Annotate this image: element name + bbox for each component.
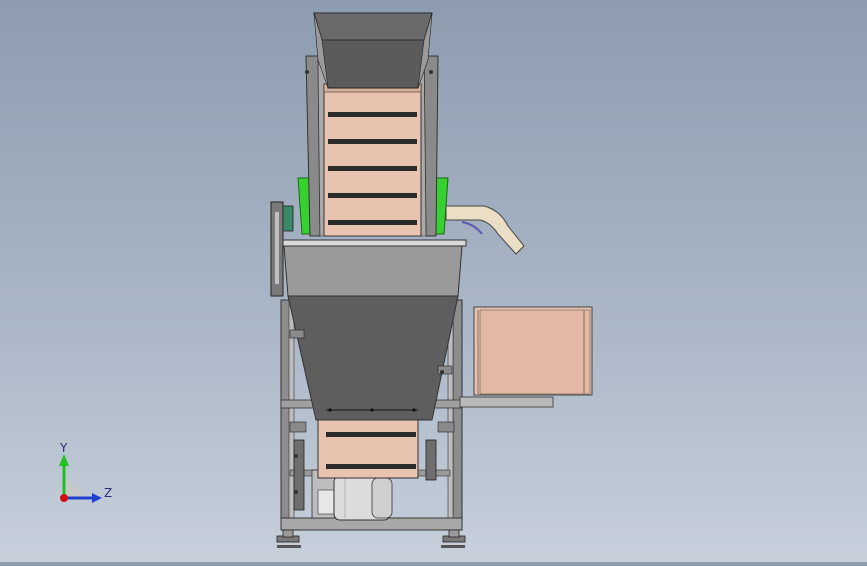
origin-dot: [60, 494, 68, 502]
z-axis-label: Z: [104, 486, 112, 500]
z-axis-arrowhead: [92, 493, 102, 503]
discharge-box: [459, 306, 593, 408]
lower-belt: [317, 419, 419, 479]
cad-viewport[interactable]: Y Z: [0, 0, 867, 562]
top-hopper: [313, 12, 433, 89]
inclined-belt: [323, 83, 422, 237]
axis-triad: Y Z: [59, 441, 112, 503]
feet: [276, 529, 466, 548]
y-axis-label: Y: [59, 441, 68, 455]
lower-hopper: [282, 239, 467, 421]
y-axis-arrowhead: [59, 454, 69, 466]
